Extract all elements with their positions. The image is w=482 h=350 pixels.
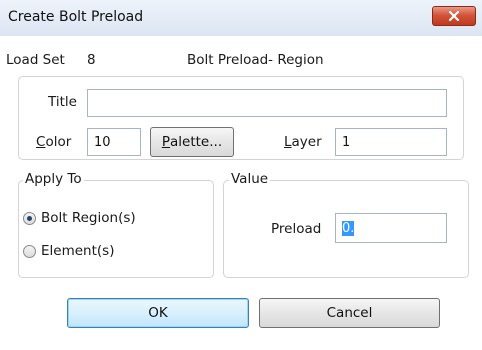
region-label: Bolt Preload- Region <box>187 52 324 68</box>
close-icon <box>448 10 460 22</box>
apply-to-group <box>18 180 214 278</box>
radio-element[interactable]: Element(s) <box>23 243 114 259</box>
cancel-button[interactable]: Cancel <box>259 298 440 328</box>
title-bar: Create Bolt Preload <box>0 0 482 36</box>
radio-label: Bolt Region(s) <box>41 210 136 226</box>
layer-input[interactable] <box>335 128 447 156</box>
close-button[interactable] <box>432 6 476 26</box>
window-title: Create Bolt Preload <box>8 9 144 25</box>
value-legend: Value <box>229 171 271 187</box>
preload-label: Preload <box>271 221 322 237</box>
color-input[interactable] <box>87 128 141 156</box>
palette-button[interactable]: Palette... <box>150 127 234 157</box>
layer-label: Layer <box>284 134 322 150</box>
preload-input[interactable]: 0. <box>335 213 447 243</box>
color-label: Color <box>36 134 72 150</box>
preload-value: 0. <box>342 220 355 236</box>
load-set-value: 8 <box>87 52 96 68</box>
radio-checked-icon <box>23 211 36 225</box>
radio-label: Element(s) <box>41 243 115 259</box>
load-set-label: Load Set <box>6 52 65 68</box>
title-input[interactable] <box>87 89 447 117</box>
radio-unchecked-icon <box>23 244 36 258</box>
title-label: Title <box>48 94 77 110</box>
ok-button[interactable]: OK <box>67 298 249 328</box>
apply-to-legend: Apply To <box>23 171 84 187</box>
radio-bolt-region[interactable]: Bolt Region(s) <box>23 210 136 226</box>
